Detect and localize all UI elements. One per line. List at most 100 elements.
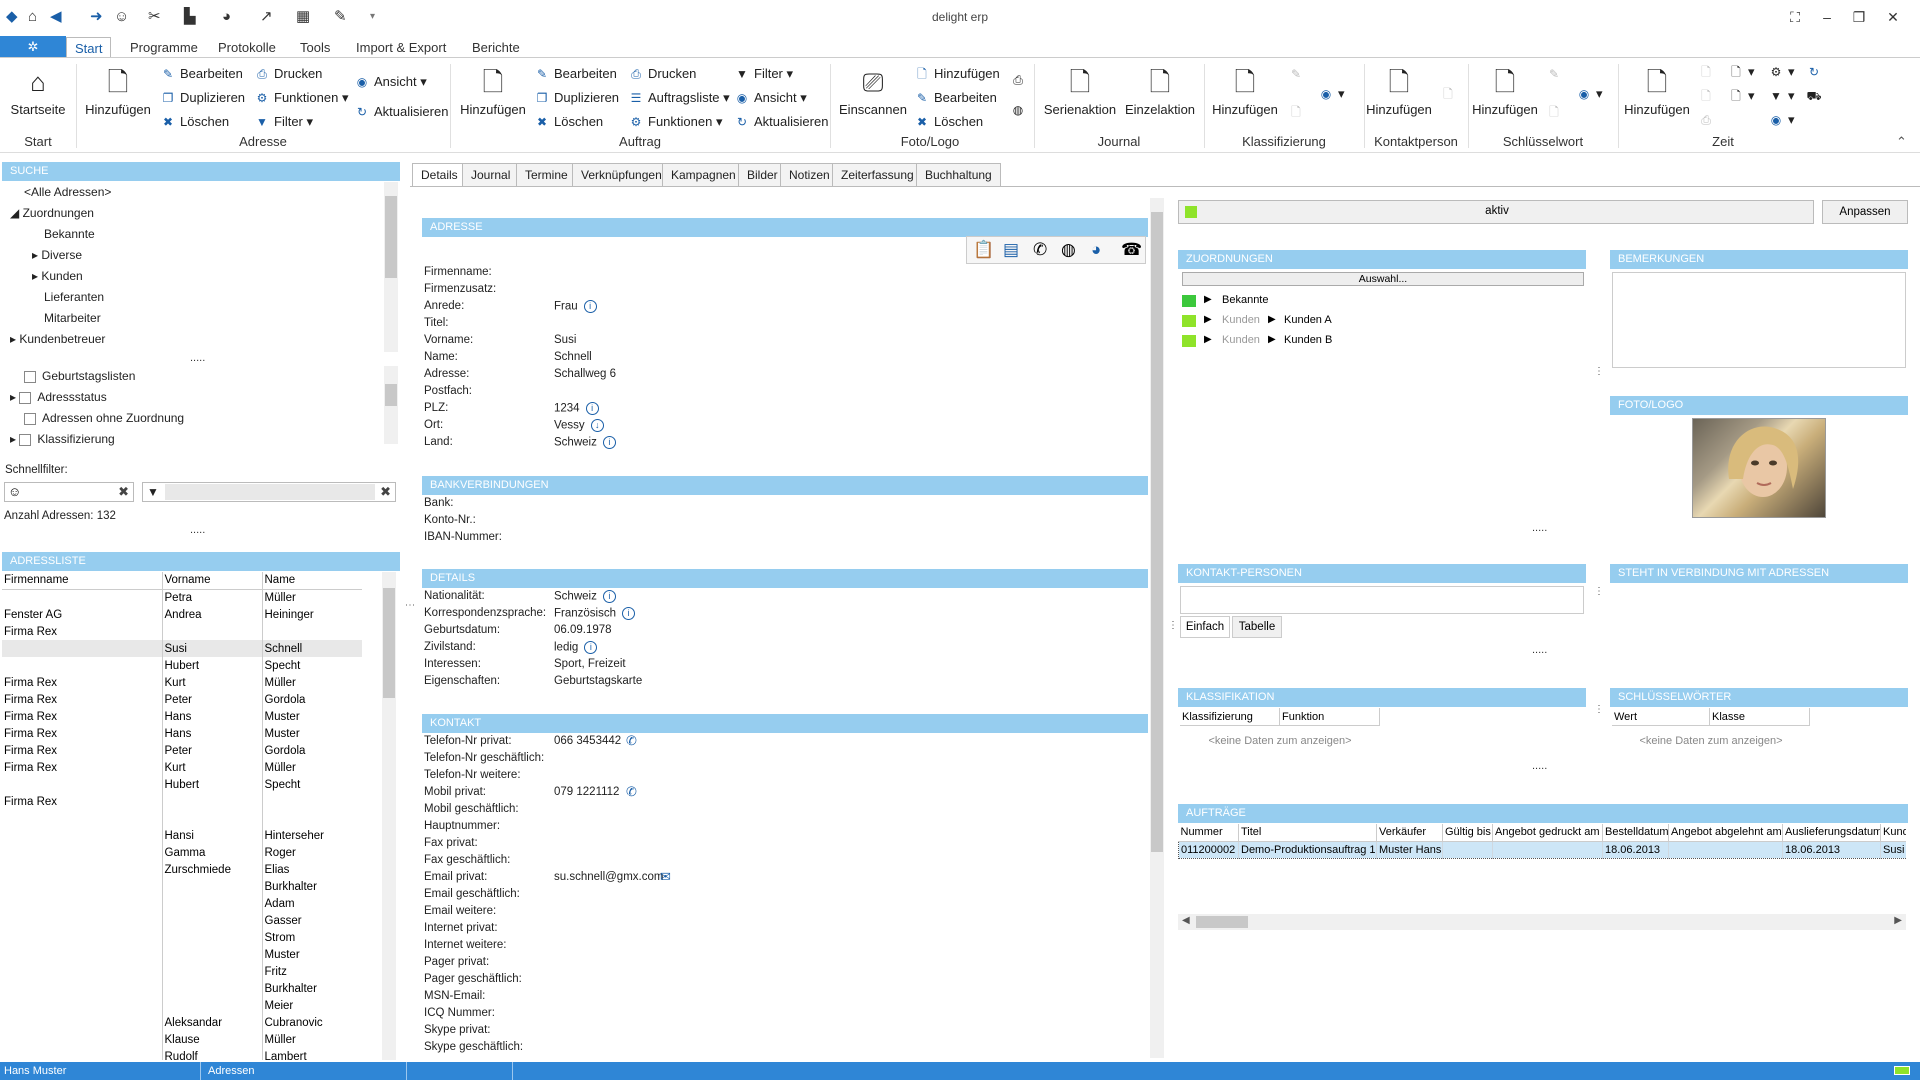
auftrag-refresh-button[interactable]: ↻ Aktualisieren bbox=[734, 112, 828, 132]
info-icon[interactable]: i bbox=[583, 300, 597, 313]
column-header-klassifizierung[interactable]: Klassifizierung bbox=[1180, 708, 1280, 726]
auftrag-delete-button[interactable]: ✖ Löschen bbox=[534, 112, 603, 132]
tab-einfach[interactable]: Einfach bbox=[1180, 616, 1230, 638]
tree-item-lieferanten[interactable]: Lieferanten bbox=[10, 287, 380, 308]
info-icon[interactable]: i bbox=[585, 402, 599, 415]
splitter-handle[interactable]: ⋮ bbox=[1594, 586, 1604, 597]
table-row[interactable]: Firma Rex Kurt Müller bbox=[2, 759, 362, 776]
table-row[interactable]: Susi Schnell bbox=[2, 640, 362, 657]
adresse-add-button[interactable]: 🗋 Hinzufügen bbox=[84, 66, 152, 117]
splitter-dots[interactable]: ..... bbox=[1532, 760, 1547, 772]
tab-buchhaltung[interactable]: Buchhaltung bbox=[916, 163, 1001, 187]
field-value[interactable]: Vessy ↓ bbox=[554, 419, 604, 432]
check-geburtstagslisten[interactable]: Geburtstagslisten bbox=[10, 366, 380, 387]
auftrag-functions-button[interactable]: ⚙ Funktionen ▾ bbox=[628, 112, 723, 132]
table-row[interactable]: Strom bbox=[2, 929, 362, 946]
location-icon[interactable]: ↓ bbox=[590, 419, 604, 432]
klassifizierung-view-icon[interactable]: ◉ ▾ bbox=[1318, 84, 1345, 104]
auftrag-view-button[interactable]: ◉ Ansicht ▾ bbox=[734, 88, 807, 108]
foto-print-icon[interactable]: ⎙ bbox=[1010, 70, 1030, 90]
fullscreen-icon[interactable]: ⛶ bbox=[1780, 6, 1810, 28]
splitter-handle[interactable]: ⋮ bbox=[1168, 620, 1178, 631]
column-header[interactable]: Nummer bbox=[1178, 824, 1239, 841]
table-row[interactable]: Burkhalter bbox=[2, 980, 362, 997]
field-value[interactable]: 066 3453442 bbox=[554, 735, 621, 747]
table-row[interactable]: Hubert Specht bbox=[2, 776, 362, 793]
table-row[interactable]: Hansi Hinterseher bbox=[2, 827, 362, 844]
table-row[interactable]: Klause Müller bbox=[2, 1031, 362, 1048]
tab-notizen[interactable]: Notizen bbox=[780, 163, 839, 187]
check-klassifizierung[interactable]: ▸ Klassifizierung bbox=[10, 429, 380, 450]
splitter-dots[interactable]: ..... bbox=[190, 524, 205, 536]
field-value[interactable]: Sport, Freizeit bbox=[554, 658, 626, 670]
info-icon[interactable]: i bbox=[622, 607, 635, 620]
table-row[interactable]: Aleksandar Cubranovic bbox=[2, 1014, 362, 1031]
check-adressstatus[interactable]: ▸ Adressstatus bbox=[10, 387, 380, 408]
splitter-handle[interactable]: ⋮ bbox=[1594, 366, 1604, 377]
clipboard-icon[interactable]: 📋 bbox=[973, 240, 994, 260]
tab-tabelle[interactable]: Tabelle bbox=[1232, 616, 1282, 638]
fax-icon[interactable]: ☎ bbox=[1121, 240, 1142, 260]
auftrag-add-button[interactable]: 🗋 Hinzufügen bbox=[458, 66, 528, 117]
klassifizierung-delete-icon[interactable]: 🗋 bbox=[1288, 102, 1308, 122]
tab-start[interactable]: Start bbox=[66, 37, 112, 58]
field-value[interactable]: ledig i bbox=[554, 641, 598, 654]
foto-delete-button[interactable]: ✖ Löschen bbox=[914, 112, 983, 132]
kontaktperson-delete-icon[interactable]: 🗋 bbox=[1440, 84, 1460, 104]
info-icon[interactable]: i bbox=[602, 436, 616, 449]
column-header-funktion[interactable]: Funktion bbox=[1280, 708, 1380, 726]
foto-add-button[interactable]: 🗋 Hinzufügen bbox=[914, 64, 1000, 84]
field-value[interactable]: 1234 i bbox=[554, 402, 599, 415]
detail-scrollbar[interactable] bbox=[1150, 198, 1164, 1058]
tab-berichte[interactable]: Berichte bbox=[464, 37, 528, 58]
table-row[interactable]: 011200002 Demo-Produktionsauftrag 1 Muster… bbox=[1178, 841, 1906, 858]
tree-item-mitarbeiter[interactable]: Mitarbeiter bbox=[10, 308, 380, 329]
table-row[interactable]: Hubert Specht bbox=[2, 657, 362, 674]
foto-edit-button[interactable]: ✎ Bearbeiten bbox=[914, 88, 997, 108]
schluesselwort-edit-icon[interactable]: ✎ bbox=[1546, 64, 1566, 84]
collapse-ribbon-icon[interactable]: ⌃ bbox=[1896, 132, 1907, 152]
kontaktpersonen-list[interactable] bbox=[1180, 586, 1584, 614]
search-scrollbar[interactable] bbox=[384, 182, 398, 352]
auftrag-print-button[interactable]: ⎙ Drucken bbox=[628, 64, 696, 84]
tab-termine[interactable]: Termine bbox=[516, 163, 577, 187]
tab-protokolle[interactable]: Protokolle bbox=[210, 37, 284, 58]
column-header[interactable]: Gültig bis bbox=[1442, 824, 1493, 841]
kontaktperson-add-button[interactable]: 🗋 Hinzufügen bbox=[1364, 66, 1434, 117]
table-row[interactable]: Firma Rex Peter Gordola bbox=[2, 742, 362, 759]
tab-verknuepfungen[interactable]: Verknüpfungen bbox=[572, 163, 671, 187]
checklist-scrollbar[interactable] bbox=[384, 366, 398, 444]
clear-icon[interactable]: ✖ bbox=[380, 484, 391, 500]
zeit-view-icon[interactable]: ◉ ▾ bbox=[1768, 110, 1795, 130]
map-icon[interactable]: ◕ bbox=[1091, 240, 1101, 260]
table-row[interactable]: Gasser bbox=[2, 912, 362, 929]
tree-item-all[interactable]: <Alle Adressen> bbox=[10, 182, 380, 203]
check-ohne-zuordnung[interactable]: Adressen ohne Zuordnung bbox=[10, 408, 380, 429]
field-value[interactable]: Geburtstagskarte bbox=[554, 675, 642, 687]
table-row[interactable] bbox=[2, 810, 362, 827]
table-row[interactable]: Burkhalter bbox=[2, 878, 362, 895]
table-row[interactable]: Fenster AG Andrea Heininger bbox=[2, 606, 362, 623]
phone-call-icon[interactable]: ✆ bbox=[626, 784, 637, 800]
schluesselwort-view-icon[interactable]: ◉ ▾ bbox=[1576, 84, 1603, 104]
tab-zeiterfassung[interactable]: Zeiterfassung bbox=[832, 163, 923, 187]
field-value[interactable]: Schweiz i bbox=[554, 590, 616, 603]
phone-icon[interactable]: ✆ bbox=[1033, 240, 1047, 260]
table-row[interactable]: Firma Rex bbox=[2, 623, 362, 640]
table-row[interactable]: Muster bbox=[2, 946, 362, 963]
field-value[interactable]: 079 1221112 bbox=[554, 786, 619, 798]
minimize-button[interactable]: – bbox=[1812, 6, 1842, 28]
tree-item-bekannte[interactable]: Bekannte bbox=[10, 224, 380, 245]
zeit-refresh-icon[interactable]: ↻ bbox=[1806, 62, 1826, 82]
field-value[interactable]: Schnell bbox=[554, 351, 592, 363]
zeit-print-icon[interactable]: ⎙ bbox=[1698, 110, 1718, 130]
klassifizierung-add-button[interactable]: 🗋 Hinzufügen bbox=[1210, 66, 1280, 117]
field-value[interactable]: 06.09.1978 bbox=[554, 624, 612, 636]
tree-item-diverse[interactable]: ▸ Diverse bbox=[10, 245, 380, 266]
auftrag-duplicate-button[interactable]: ❐ Duplizieren bbox=[534, 88, 619, 108]
table-row[interactable]: Firma Rex Hans Muster bbox=[2, 708, 362, 725]
zeit-copy-icon[interactable]: 🗋 bbox=[1698, 86, 1718, 106]
table-row[interactable]: Rudolf Lambert bbox=[2, 1048, 362, 1060]
bemerkungen-textarea[interactable] bbox=[1612, 272, 1906, 368]
foto-web-icon[interactable]: ◍ bbox=[1010, 100, 1030, 120]
